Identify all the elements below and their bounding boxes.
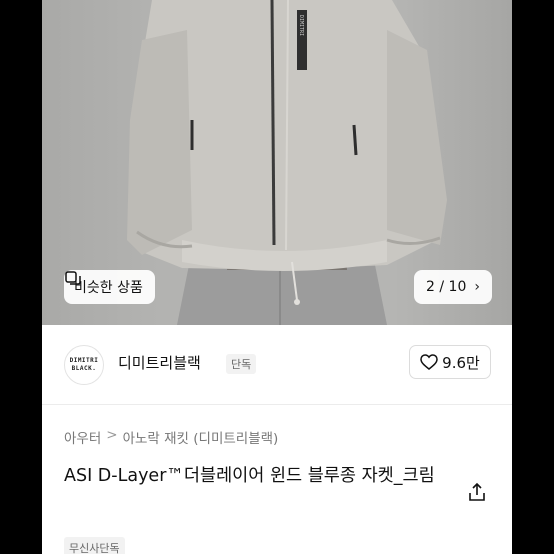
brand-logo-line1: DIMITRI <box>69 357 99 364</box>
breadcrumb-separator: > <box>106 427 118 443</box>
exclusive-tag: 무신사단독 <box>64 537 125 554</box>
image-counter[interactable]: 2 / 10 › <box>414 270 492 304</box>
brand-name[interactable]: 디미트리블랙 <box>118 352 201 373</box>
share-icon[interactable] <box>466 481 488 503</box>
breadcrumb-item-subcategory[interactable]: 아노락 재킷 (디미트리블랙) <box>123 427 279 447</box>
similar-items-button[interactable]: 비슷한 상품 <box>64 270 155 304</box>
product-title: ASI D-Layer™더블레이어 윈드 블루종 자켓_크림 <box>64 466 435 486</box>
brand-logo-line2: BLACK. <box>71 365 97 372</box>
chevron-right-icon: › <box>474 279 480 295</box>
breadcrumb: 아우터 > 아노락 재킷 (디미트리블랙) <box>64 427 278 447</box>
svg-text:DIMITRI: DIMITRI <box>298 15 304 36</box>
like-count: 9.6만 <box>442 353 480 372</box>
heart-icon <box>420 354 438 370</box>
like-button[interactable]: 9.6만 <box>409 345 491 379</box>
brand-row: DIMITRI BLACK. 디미트리블랙 단독 9.6만 <box>42 325 512 405</box>
brand-logo[interactable]: DIMITRI BLACK. <box>64 345 104 385</box>
product-page: DIMITRI 비슷한 상품 2 / 10 › DIMITRI BLACK. 디… <box>42 0 512 554</box>
breadcrumb-item-category[interactable]: 아우터 <box>64 427 101 447</box>
product-image[interactable]: DIMITRI 비슷한 상품 2 / 10 › <box>42 0 512 325</box>
similar-items-label: 비슷한 상품 <box>74 280 143 296</box>
image-counter-text: 2 / 10 <box>426 279 467 295</box>
similar-items-icon <box>65 271 81 285</box>
exclusive-badge: 단독 <box>226 354 257 374</box>
